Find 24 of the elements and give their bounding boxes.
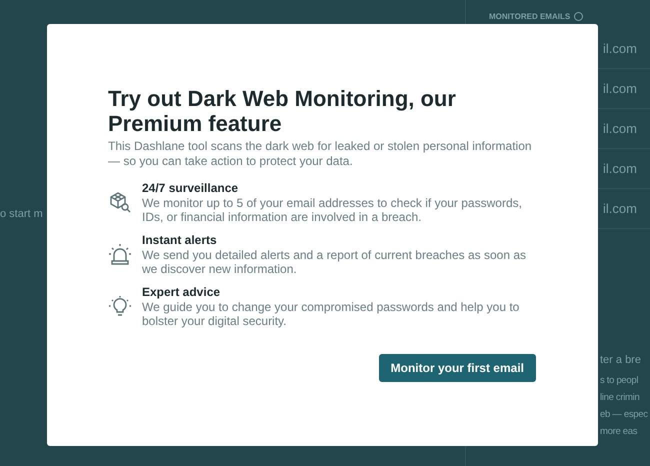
- alarm-icon: [108, 243, 132, 267]
- cube-search-icon: [108, 191, 132, 215]
- feature-description: We guide you to change your compromised passwords and help you to bolster your digital security.: [142, 300, 520, 328]
- feature-title: 24/7 surveillance: [142, 181, 240, 195]
- dialog-title: Try out Dark Web Monitoring, our Premium feature: [108, 86, 457, 136]
- section-text: line crimin: [600, 391, 640, 405]
- background-text: o start m: [0, 208, 43, 220]
- email-text: il.com: [603, 41, 637, 56]
- info-icon: [574, 12, 584, 21]
- feature-description: We monitor up to 5 of your email addresses to check if your passwords, IDs, or financial information are involved in a breach.: [142, 196, 523, 224]
- dialog-intro: This Dashlane tool scans the dark web for leaked or stolen personal information — so you can take action to protect your data.: [108, 139, 533, 169]
- email-text: il.com: [603, 201, 637, 216]
- section-text: more eas: [600, 425, 638, 439]
- email-text: il.com: [603, 121, 637, 136]
- email-text: il.com: [603, 81, 637, 96]
- feature-description: We send you detailed alerts and a report of current breaches as soon as we discover new information.: [142, 248, 528, 276]
- monitor-email-button[interactable]: Monitor your first email: [378, 354, 536, 382]
- feature-title: Instant alerts: [142, 233, 218, 247]
- feature-title: Expert advice: [142, 285, 222, 299]
- email-text: il.com: [603, 161, 637, 176]
- section-text: s to peopl: [600, 374, 640, 388]
- section-title: ter a bre: [600, 354, 642, 366]
- panel-heading: MONITORED EMAILS: [489, 12, 570, 21]
- section-text: eb — espec: [600, 408, 649, 422]
